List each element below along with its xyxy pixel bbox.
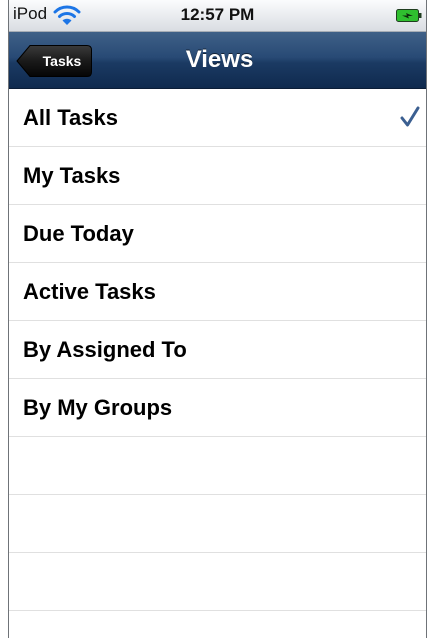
page-title: Views (9, 32, 426, 89)
list-item[interactable]: Due Today (9, 205, 426, 263)
list-item-label: By My Groups (23, 395, 173, 420)
empty-row (9, 437, 426, 495)
list-item[interactable]: Active Tasks (9, 263, 426, 321)
list-item-label: All Tasks (23, 105, 118, 130)
empty-row (9, 553, 426, 611)
checkmark-icon (400, 106, 420, 128)
battery-charging-icon (396, 9, 422, 22)
list-item[interactable]: By Assigned To (9, 321, 426, 379)
list-item-label: By Assigned To (23, 337, 187, 362)
views-list: All Tasks My Tasks Due Today Active Task… (9, 89, 426, 638)
list-item-label: My Tasks (23, 163, 121, 188)
list-item-label: Active Tasks (23, 279, 156, 304)
list-item[interactable]: My Tasks (9, 147, 426, 205)
status-bar: iPod 12:57 PM (9, 0, 426, 32)
list-item[interactable]: By My Groups (9, 379, 426, 437)
list-item-label: Due Today (23, 221, 134, 246)
empty-row (9, 495, 426, 553)
page-title-text: Views (185, 46, 254, 73)
navigation-bar: Tasks Views (9, 32, 426, 89)
clock: 12:57 PM (180, 5, 255, 24)
device-screen: iPod 12:57 PM Tasks Views All Tasks My T… (8, 0, 427, 638)
empty-row (9, 611, 426, 638)
list-item[interactable]: All Tasks (9, 89, 426, 147)
